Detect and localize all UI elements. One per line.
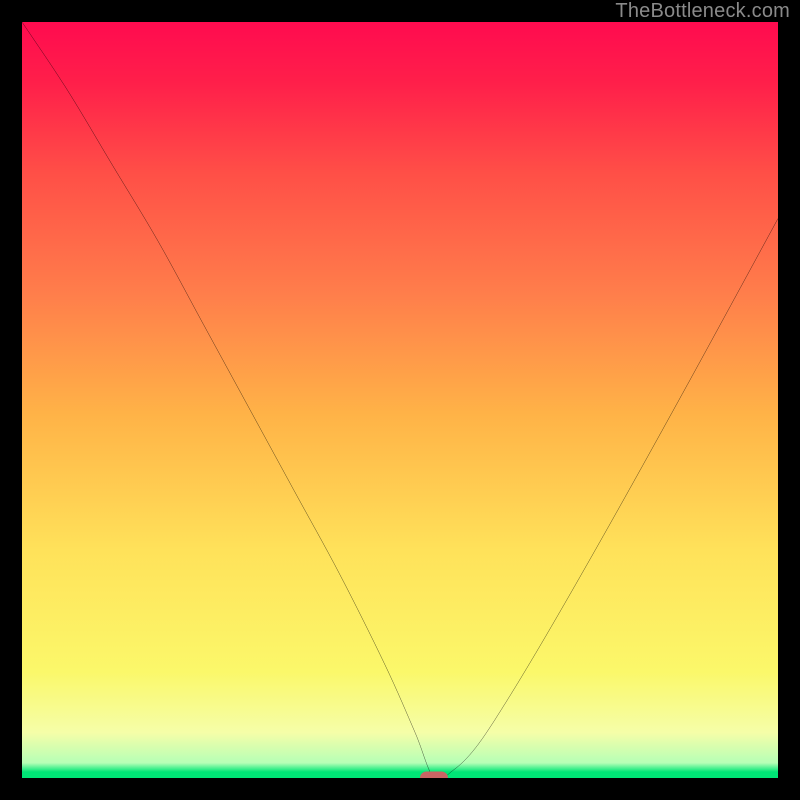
plot-area — [22, 22, 778, 778]
watermark-text: TheBottleneck.com — [615, 0, 790, 23]
bottleneck-curve — [22, 22, 778, 778]
curve-path — [22, 22, 778, 778]
optimal-point-marker — [420, 772, 448, 779]
chart-frame: TheBottleneck.com — [0, 0, 800, 800]
